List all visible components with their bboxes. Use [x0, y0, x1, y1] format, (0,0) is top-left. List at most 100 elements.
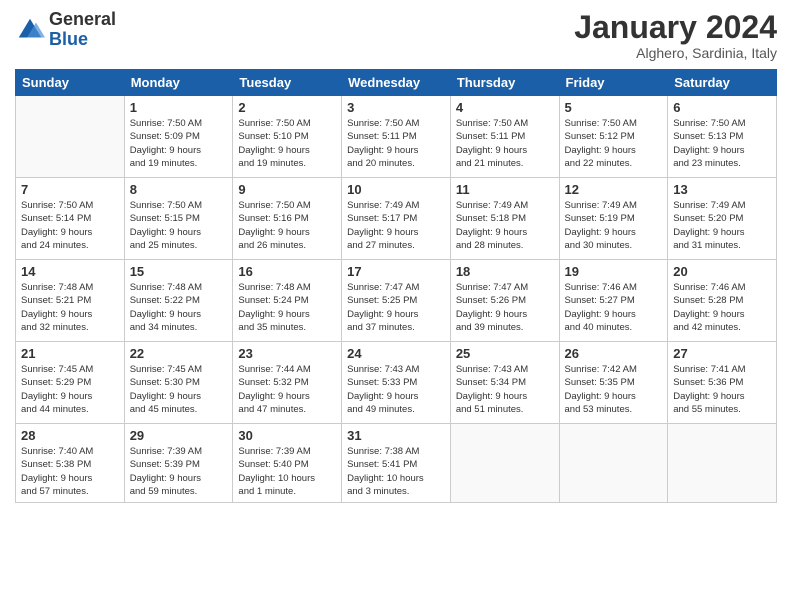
day-info: Sunrise: 7:50 AMSunset: 5:14 PMDaylight:… — [21, 199, 119, 252]
day-number: 1 — [130, 100, 228, 115]
day-number: 16 — [238, 264, 336, 279]
day-info: Sunrise: 7:38 AMSunset: 5:41 PMDaylight:… — [347, 445, 445, 498]
logo-general: General — [49, 9, 116, 29]
day-number: 15 — [130, 264, 228, 279]
day-info: Sunrise: 7:41 AMSunset: 5:36 PMDaylight:… — [673, 363, 771, 416]
day-info: Sunrise: 7:49 AMSunset: 5:19 PMDaylight:… — [565, 199, 663, 252]
col-sunday: Sunday — [16, 70, 125, 96]
day-number: 12 — [565, 182, 663, 197]
day-number: 14 — [21, 264, 119, 279]
day-number: 8 — [130, 182, 228, 197]
col-wednesday: Wednesday — [342, 70, 451, 96]
day-info: Sunrise: 7:46 AMSunset: 5:27 PMDaylight:… — [565, 281, 663, 334]
day-number: 25 — [456, 346, 554, 361]
logo-icon — [15, 15, 45, 45]
day-number: 23 — [238, 346, 336, 361]
week-row-3: 21 Sunrise: 7:45 AMSunset: 5:29 PMDayligh… — [16, 342, 777, 424]
table-row: 27 Sunrise: 7:41 AMSunset: 5:36 PMDayligh… — [668, 342, 777, 424]
table-row: 16 Sunrise: 7:48 AMSunset: 5:24 PMDayligh… — [233, 260, 342, 342]
day-number: 28 — [21, 428, 119, 443]
day-info: Sunrise: 7:45 AMSunset: 5:30 PMDaylight:… — [130, 363, 228, 416]
day-number: 31 — [347, 428, 445, 443]
table-row: 9 Sunrise: 7:50 AMSunset: 5:16 PMDaylight… — [233, 178, 342, 260]
day-number: 17 — [347, 264, 445, 279]
week-row-0: 1 Sunrise: 7:50 AMSunset: 5:09 PMDaylight… — [16, 96, 777, 178]
day-number: 30 — [238, 428, 336, 443]
day-number: 26 — [565, 346, 663, 361]
day-number: 10 — [347, 182, 445, 197]
logo: General Blue — [15, 10, 116, 50]
table-row: 11Sunrise: 7:49 AMSunset: 5:18 PMDayligh… — [450, 178, 559, 260]
table-row: 22 Sunrise: 7:45 AMSunset: 5:30 PMDayligh… — [124, 342, 233, 424]
table-row: 8 Sunrise: 7:50 AMSunset: 5:15 PMDaylight… — [124, 178, 233, 260]
day-info: Sunrise: 7:48 AMSunset: 5:24 PMDaylight:… — [238, 281, 336, 334]
day-number: 9 — [238, 182, 336, 197]
col-tuesday: Tuesday — [233, 70, 342, 96]
table-row: 1 Sunrise: 7:50 AMSunset: 5:09 PMDaylight… — [124, 96, 233, 178]
day-info: Sunrise: 7:50 AMSunset: 5:16 PMDaylight:… — [238, 199, 336, 252]
day-info: Sunrise: 7:46 AMSunset: 5:28 PMDaylight:… — [673, 281, 771, 334]
table-row: 25 Sunrise: 7:43 AMSunset: 5:34 PMDayligh… — [450, 342, 559, 424]
table-row: 3 Sunrise: 7:50 AMSunset: 5:11 PMDaylight… — [342, 96, 451, 178]
day-number: 22 — [130, 346, 228, 361]
day-number: 6 — [673, 100, 771, 115]
week-row-1: 7 Sunrise: 7:50 AMSunset: 5:14 PMDaylight… — [16, 178, 777, 260]
day-number: 5 — [565, 100, 663, 115]
day-info: Sunrise: 7:50 AMSunset: 5:15 PMDaylight:… — [130, 199, 228, 252]
table-row: 13 Sunrise: 7:49 AMSunset: 5:20 PMDayligh… — [668, 178, 777, 260]
table-row: 20 Sunrise: 7:46 AMSunset: 5:28 PMDayligh… — [668, 260, 777, 342]
week-row-2: 14Sunrise: 7:48 AMSunset: 5:21 PMDayligh… — [16, 260, 777, 342]
table-row: 6 Sunrise: 7:50 AMSunset: 5:13 PMDaylight… — [668, 96, 777, 178]
day-number: 24 — [347, 346, 445, 361]
day-info: Sunrise: 7:43 AMSunset: 5:33 PMDaylight:… — [347, 363, 445, 416]
table-row: 18Sunrise: 7:47 AMSunset: 5:26 PMDayligh… — [450, 260, 559, 342]
logo-blue: Blue — [49, 29, 88, 49]
col-monday: Monday — [124, 70, 233, 96]
day-info: Sunrise: 7:50 AMSunset: 5:13 PMDaylight:… — [673, 117, 771, 170]
calendar: Sunday Monday Tuesday Wednesday Thursday… — [15, 69, 777, 503]
table-row: 12 Sunrise: 7:49 AMSunset: 5:19 PMDayligh… — [559, 178, 668, 260]
day-number: 2 — [238, 100, 336, 115]
day-number: 18 — [456, 264, 554, 279]
day-number: 27 — [673, 346, 771, 361]
day-info: Sunrise: 7:50 AMSunset: 5:11 PMDaylight:… — [347, 117, 445, 170]
day-info: Sunrise: 7:50 AMSunset: 5:10 PMDaylight:… — [238, 117, 336, 170]
table-row: 7 Sunrise: 7:50 AMSunset: 5:14 PMDaylight… — [16, 178, 125, 260]
table-row — [559, 424, 668, 503]
week-row-4: 28Sunrise: 7:40 AMSunset: 5:38 PMDayligh… — [16, 424, 777, 503]
table-row: 19Sunrise: 7:46 AMSunset: 5:27 PMDayligh… — [559, 260, 668, 342]
header: General Blue January 2024 Alghero, Sardi… — [15, 10, 777, 61]
table-row: 5Sunrise: 7:50 AMSunset: 5:12 PMDaylight… — [559, 96, 668, 178]
table-row: 23 Sunrise: 7:44 AMSunset: 5:32 PMDayligh… — [233, 342, 342, 424]
logo-text: General Blue — [49, 10, 116, 50]
table-row: 2 Sunrise: 7:50 AMSunset: 5:10 PMDaylight… — [233, 96, 342, 178]
table-row: 31 Sunrise: 7:38 AMSunset: 5:41 PMDayligh… — [342, 424, 451, 503]
day-number: 3 — [347, 100, 445, 115]
table-row: 28Sunrise: 7:40 AMSunset: 5:38 PMDayligh… — [16, 424, 125, 503]
title-block: January 2024 Alghero, Sardinia, Italy — [574, 10, 777, 61]
day-info: Sunrise: 7:49 AMSunset: 5:18 PMDaylight:… — [456, 199, 554, 252]
day-number: 13 — [673, 182, 771, 197]
table-row — [668, 424, 777, 503]
day-info: Sunrise: 7:50 AMSunset: 5:11 PMDaylight:… — [456, 117, 554, 170]
day-info: Sunrise: 7:49 AMSunset: 5:20 PMDaylight:… — [673, 199, 771, 252]
table-row: 10Sunrise: 7:49 AMSunset: 5:17 PMDayligh… — [342, 178, 451, 260]
table-row: 15 Sunrise: 7:48 AMSunset: 5:22 PMDayligh… — [124, 260, 233, 342]
day-info: Sunrise: 7:48 AMSunset: 5:22 PMDaylight:… — [130, 281, 228, 334]
col-saturday: Saturday — [668, 70, 777, 96]
day-info: Sunrise: 7:44 AMSunset: 5:32 PMDaylight:… — [238, 363, 336, 416]
month-title: January 2024 — [574, 10, 777, 45]
location: Alghero, Sardinia, Italy — [574, 45, 777, 61]
day-info: Sunrise: 7:50 AMSunset: 5:09 PMDaylight:… — [130, 117, 228, 170]
day-info: Sunrise: 7:43 AMSunset: 5:34 PMDaylight:… — [456, 363, 554, 416]
header-row: Sunday Monday Tuesday Wednesday Thursday… — [16, 70, 777, 96]
table-row: 24 Sunrise: 7:43 AMSunset: 5:33 PMDayligh… — [342, 342, 451, 424]
day-number: 29 — [130, 428, 228, 443]
day-info: Sunrise: 7:45 AMSunset: 5:29 PMDaylight:… — [21, 363, 119, 416]
day-number: 7 — [21, 182, 119, 197]
day-number: 21 — [21, 346, 119, 361]
day-number: 20 — [673, 264, 771, 279]
table-row: 4Sunrise: 7:50 AMSunset: 5:11 PMDaylight… — [450, 96, 559, 178]
table-row — [16, 96, 125, 178]
day-info: Sunrise: 7:39 AMSunset: 5:40 PMDaylight:… — [238, 445, 336, 498]
